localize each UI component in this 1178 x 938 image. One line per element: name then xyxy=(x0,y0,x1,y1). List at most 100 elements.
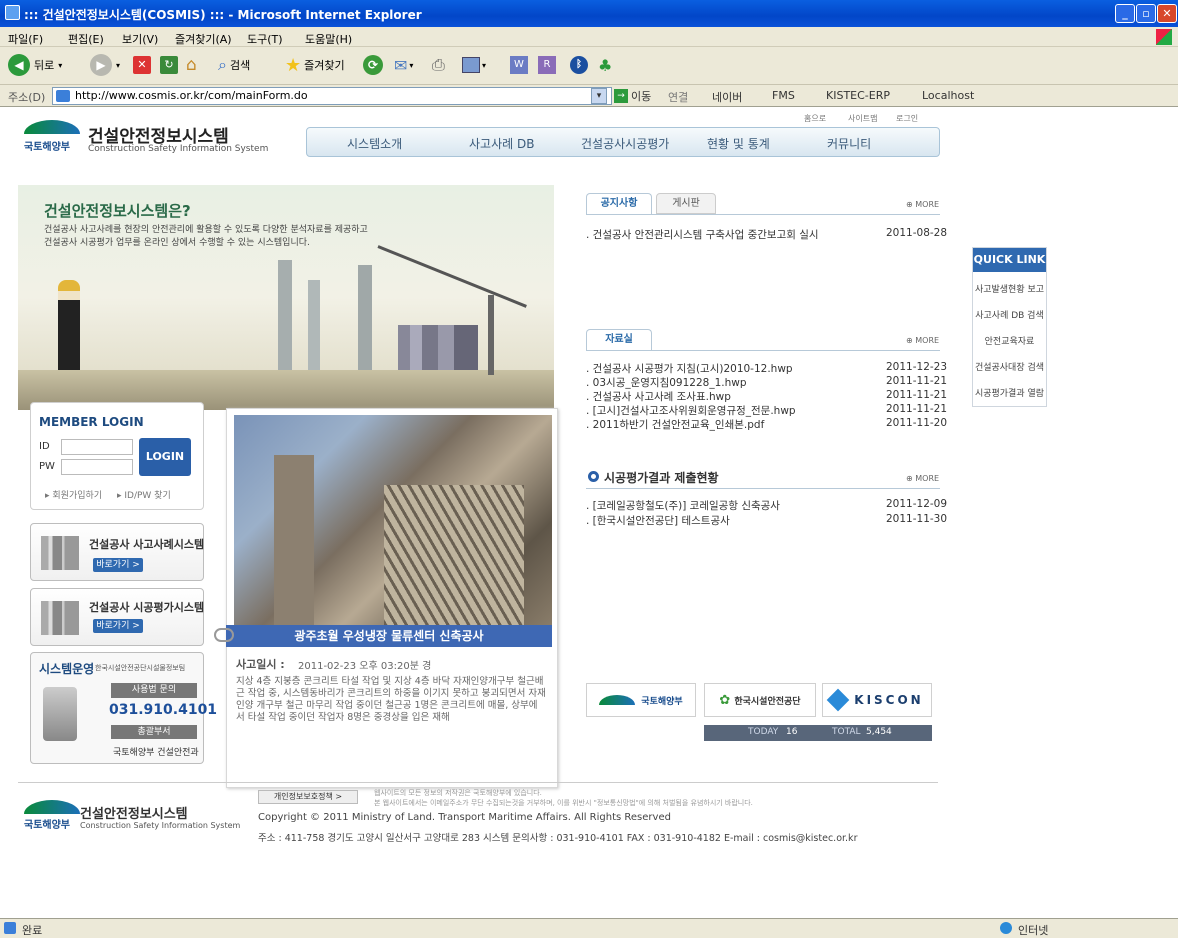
util-sitemap[interactable]: 사이트맵 xyxy=(848,113,877,124)
quick-link-construction-ledger[interactable]: 건설공사대장 검색 xyxy=(973,360,1046,373)
refresh-button[interactable]: ↻ xyxy=(160,52,178,78)
pw-input[interactable] xyxy=(61,459,133,475)
footer-copyright: Copyright © 2011 Ministry of Land. Trans… xyxy=(258,812,671,823)
phone-icon xyxy=(43,687,77,741)
accident-system-go-button[interactable]: 바로가기 > xyxy=(93,558,143,572)
evaluation-system-go-button[interactable]: 바로가기 > xyxy=(93,619,143,633)
footer-logo: 국토해양부 xyxy=(24,798,84,832)
accident-photo[interactable] xyxy=(234,415,552,627)
operation-org: 한국시설안전공단시설물정보팀 xyxy=(95,664,186,672)
address-label: 주소(D) xyxy=(8,91,46,104)
resource-item-date: 2011-11-21 xyxy=(886,389,948,401)
find-id-pw-link[interactable]: ▸ ID/PW 찾기 xyxy=(117,488,171,501)
nav-community[interactable]: 커뮤니티 xyxy=(827,135,871,152)
building-icon xyxy=(41,536,79,570)
menu-favorites[interactable]: 즐겨찾기(A) xyxy=(175,31,232,47)
nav-accident-db[interactable]: 사고사례 DB xyxy=(469,135,534,152)
visitor-counter: TODAY 16 TOTAL 5,454 xyxy=(704,725,932,741)
minimize-button[interactable]: _ xyxy=(1115,4,1135,23)
notice-more-link[interactable]: ⊕ MORE xyxy=(906,200,939,209)
star-icon: ★ xyxy=(285,54,302,76)
evaluation-item[interactable]: . [코레일공항철도(주)] 코레일공항 신축공사 xyxy=(586,498,780,513)
evaluation-item[interactable]: . [한국시설안전공단] 테스트공사 xyxy=(586,513,730,528)
resources-more-link[interactable]: ⊕ MORE xyxy=(906,336,939,345)
link-localhost[interactable]: Localhost xyxy=(922,89,974,102)
link-fms[interactable]: FMS xyxy=(772,89,795,102)
go-button[interactable]: → 이동 xyxy=(614,88,651,104)
nav-construction-eval[interactable]: 건설공사시공평가 xyxy=(581,135,669,152)
resource-item[interactable]: . [고시]건설사고조사위원회운영규정_전문.hwp xyxy=(586,403,796,418)
home-button[interactable]: ⌂ xyxy=(186,52,197,78)
favorites-button[interactable]: ★ 즐겨찾기 xyxy=(285,52,345,78)
resource-item[interactable]: . 2011하반기 건설안전교육_인쇄본.pdf xyxy=(586,417,764,432)
quick-link-safety-edu[interactable]: 안전교육자료 xyxy=(973,334,1046,347)
menu-tools[interactable]: 도구(T) xyxy=(247,31,283,47)
stop-button[interactable]: ✕ xyxy=(133,52,151,78)
util-login[interactable]: 로그인 xyxy=(896,113,918,124)
login-button[interactable]: LOGIN xyxy=(139,438,191,476)
link-kistec-erp[interactable]: KISTEC-ERP xyxy=(826,89,890,102)
back-button[interactable]: ◀ 뒤로 ▾ xyxy=(8,52,62,78)
resource-item[interactable]: . 건설공사 사고사례 조사표.hwp xyxy=(586,389,731,404)
history-icon: ⟳ xyxy=(363,55,383,75)
accident-caption[interactable]: 광주초월 우성냉장 물류센터 신축공사 xyxy=(226,625,552,647)
mail-button[interactable]: ✉ ▾ xyxy=(394,52,413,78)
bluetooth-icon: ᛒ xyxy=(570,56,588,74)
url-input[interactable]: http://www.cosmis.or.kr/com/mainForm.do xyxy=(52,87,612,105)
refresh-icon: ↻ xyxy=(160,56,178,74)
tab-board[interactable]: 게시판 xyxy=(656,193,716,214)
accident-date: 2011-02-23 오후 03:20분 경 xyxy=(298,661,432,672)
main-nav: 시스템소개 사고사례 DB 건설공사시공평가 현황 및 통계 커뮤니티 xyxy=(306,127,940,157)
privacy-policy-button[interactable]: 개인정보보호정책 > xyxy=(258,790,358,804)
partner-molit[interactable]: 국토해양부 xyxy=(586,683,696,717)
go-arrow-icon: → xyxy=(614,89,628,103)
partner-kiscon[interactable]: KISCON xyxy=(822,683,932,717)
quick-link-accident-db[interactable]: 사고사례 DB 검색 xyxy=(973,308,1046,321)
site-logo[interactable]: 국토해양부 xyxy=(24,118,84,154)
edit-button[interactable]: ▾ xyxy=(462,52,486,78)
history-button[interactable]: ⟳ xyxy=(363,52,383,78)
status-bar: 완료 인터넷 xyxy=(0,918,1178,938)
menu-edit[interactable]: 편집(E) xyxy=(68,31,104,47)
accident-system-box[interactable]: 건설공사 사고사례시스템 바로가기 > xyxy=(30,523,204,581)
nav-system-intro[interactable]: 시스템소개 xyxy=(347,135,402,152)
menu-help[interactable]: 도움말(H) xyxy=(305,31,352,47)
partner-kistec[interactable]: ✿ 한국시설안전공단 xyxy=(704,683,816,717)
evaluation-title: 시공평가결과 제출현황 xyxy=(604,471,719,485)
tab-resources[interactable]: 자료실 xyxy=(586,329,652,351)
forward-button[interactable]: ▶ ▾ xyxy=(90,52,120,78)
word-button[interactable]: W xyxy=(510,52,528,78)
bluetooth-button[interactable]: ᛒ xyxy=(570,52,588,78)
evaluation-system-title: 건설공사 시공평가시스템 xyxy=(89,601,205,614)
quick-link-accident-report[interactable]: 사고발생현황 보고 xyxy=(973,282,1046,295)
maximize-button[interactable]: ▫ xyxy=(1136,4,1156,23)
id-input[interactable] xyxy=(61,439,133,455)
search-button[interactable]: ⌕ 검색 xyxy=(218,52,250,78)
tab-notice[interactable]: 공지사항 xyxy=(586,193,652,215)
link-naver[interactable]: 네이버 xyxy=(712,89,742,105)
notice-item[interactable]: . 건설공사 안전관리시스템 구축사업 중간보고회 실시 xyxy=(586,227,819,242)
evaluation-system-box[interactable]: 건설공사 시공평가시스템 바로가기 > xyxy=(30,588,204,646)
footer-notice-1: 웹사이트의 모든 정보의 저작권은 국토해양부에 있습니다. xyxy=(374,789,542,797)
logo-swoosh-icon xyxy=(24,800,80,814)
messenger-button[interactable]: ♣ xyxy=(598,52,612,78)
quick-link-panel: QUICK LINK 사고발생현황 보고 사고사례 DB 검색 안전교육자료 건… xyxy=(972,247,1047,407)
join-link[interactable]: ▸ 회원가입하기 xyxy=(45,488,102,501)
messenger-icon: ♣ xyxy=(598,55,613,75)
operation-phone: 031.910.4101 xyxy=(109,702,218,718)
research-button[interactable]: R xyxy=(538,52,556,78)
url-dropdown-button[interactable]: ▾ xyxy=(591,88,607,104)
menu-view[interactable]: 보기(V) xyxy=(122,31,158,47)
id-label: ID xyxy=(39,441,50,452)
util-home[interactable]: 홈으로 xyxy=(804,113,826,124)
total-label: TOTAL xyxy=(832,727,861,737)
nav-stats[interactable]: 현황 및 통계 xyxy=(707,135,770,152)
print-button[interactable]: ⎙ xyxy=(432,52,445,78)
resource-item-date: 2011-11-20 xyxy=(886,417,948,429)
resource-item[interactable]: . 03시공_운영지침091228_1.hwp xyxy=(586,375,747,390)
resource-item[interactable]: . 건설공사 시공평가 지침(고시)2010-12.hwp xyxy=(586,361,793,376)
menu-file[interactable]: 파일(F) xyxy=(8,31,43,47)
close-button[interactable]: ✕ xyxy=(1157,4,1177,23)
evaluation-more-link[interactable]: ⊕ MORE xyxy=(906,474,939,483)
quick-link-eval-results[interactable]: 시공평가결과 열람 xyxy=(973,386,1046,399)
